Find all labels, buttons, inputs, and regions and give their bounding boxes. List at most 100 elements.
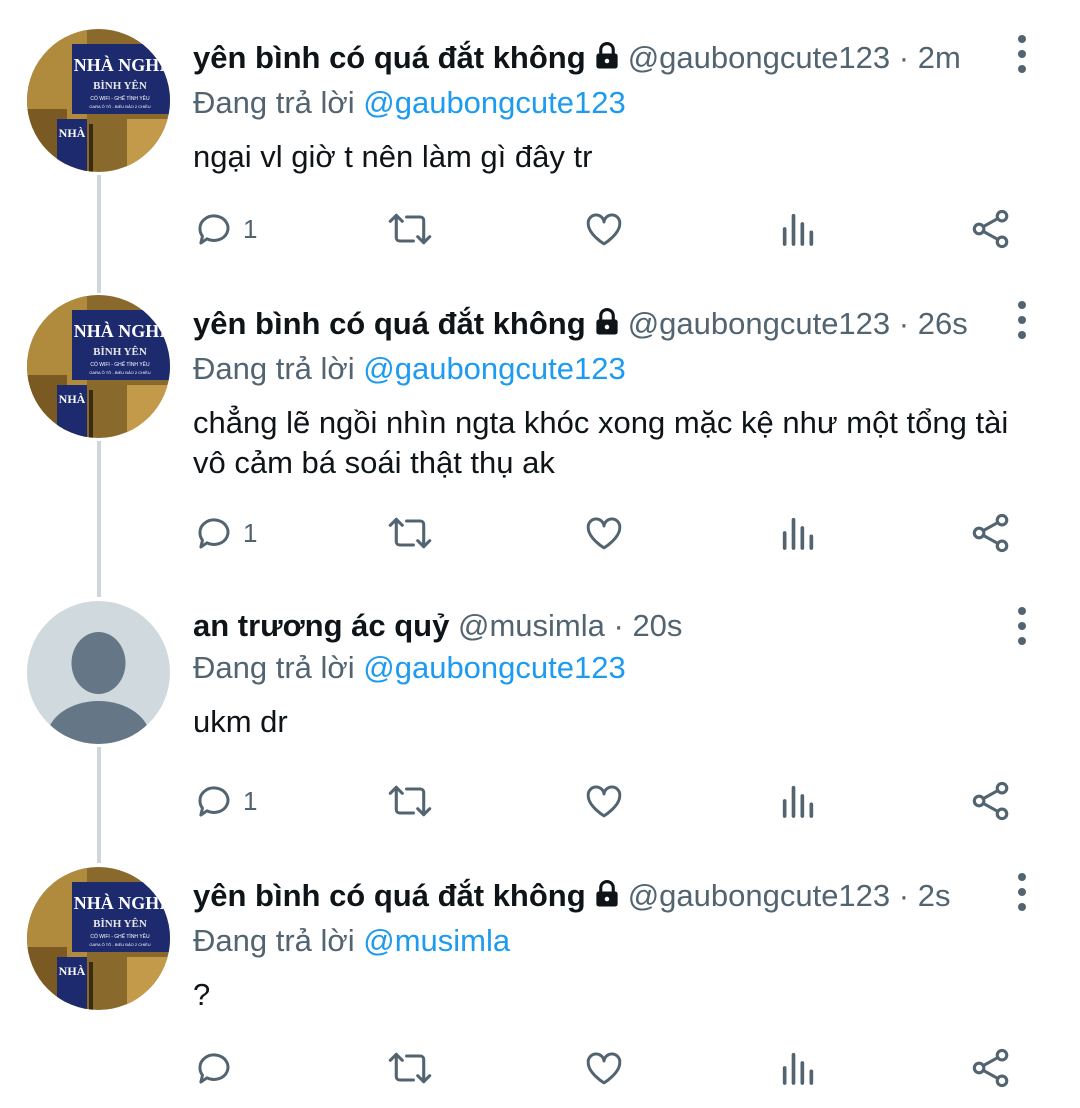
like-icon (586, 785, 622, 818)
retweet-icon (388, 517, 432, 549)
reply-count: 1 (243, 785, 258, 816)
reply-icon (198, 1053, 230, 1084)
lock-icon (592, 41, 622, 81)
display-name[interactable]: yên bình có quá đắt không (193, 878, 586, 913)
avatar-sign-text: GARA Ô TÔ - BIỂU BẢO 2 CHIỀU (89, 942, 150, 947)
reply-icon (198, 518, 230, 549)
timestamp[interactable]: 2s (918, 878, 951, 913)
user-handle[interactable]: @gaubongcute123 (628, 306, 890, 341)
share-icon (972, 209, 1009, 249)
views-button[interactable] (778, 1043, 818, 1093)
retweet-button[interactable] (386, 508, 434, 558)
reply-count: 1 (243, 517, 258, 548)
share-button[interactable] (969, 1043, 1013, 1093)
avatar-sign-text: BÌNH YÊN (93, 346, 147, 358)
avatar[interactable]: NHÀ NGHI BÌNH YÊN CÓ WIFI - GHẾ TÌNH YÊU… (27, 295, 170, 438)
share-icon (972, 513, 1009, 553)
avatar-sign-text: NHÀ NGHI (74, 892, 167, 913)
mention-link[interactable]: @musimla (363, 923, 510, 958)
tweet-header: yên bình có quá đắt không @gaubongcute123… (193, 304, 1040, 347)
separator: · (613, 608, 624, 643)
avatar-sign-text: BÌNH YÊN (93, 918, 147, 930)
views-icon (782, 1052, 814, 1085)
user-handle[interactable]: @musimla (458, 608, 605, 643)
avatar[interactable]: NHÀ NGHI BÌNH YÊN CÓ WIFI - GHẾ TÌNH YÊU… (27, 867, 170, 1010)
replying-prefix: Đang trả lời (193, 351, 355, 386)
views-icon (782, 213, 814, 246)
tweet-header: yên bình có quá đắt không @gaubongcute123… (193, 38, 1040, 81)
user-handle[interactable]: @gaubongcute123 (628, 40, 890, 75)
views-button[interactable] (778, 204, 818, 254)
avatar[interactable]: NHÀ NGHI BÌNH YÊN CÓ WIFI - GHẾ TÌNH YÊU… (27, 29, 170, 172)
reply-icon (198, 214, 230, 245)
views-button[interactable] (778, 776, 818, 826)
replying-to: Đang trả lời @gaubongcute123 (193, 648, 1040, 688)
lock-icon (592, 307, 622, 347)
thread-line (97, 747, 101, 863)
replying-to: Đang trả lời @gaubongcute123 (193, 83, 1040, 123)
avatar-sign-text: GARA Ô TÔ - BIỂU BẢO 2 CHIỀU (89, 104, 150, 109)
display-name[interactable]: yên bình có quá đắt không (193, 306, 586, 341)
share-icon (972, 781, 1009, 821)
timestamp[interactable]: 26s (918, 306, 968, 341)
like-icon (586, 517, 622, 550)
more-options-icon[interactable] (1004, 872, 1040, 912)
tweet-text: ? (193, 977, 211, 1012)
tweet-actions: 1 (193, 508, 1023, 558)
replying-prefix: Đang trả lời (193, 650, 355, 685)
retweet-icon (388, 213, 432, 245)
avatar-sign-text: NHÀ (59, 126, 86, 140)
share-button[interactable] (969, 508, 1013, 558)
tweet-header: an trương ác quỷ @musimla · 20s (193, 606, 1040, 646)
mention-link[interactable]: @gaubongcute123 (363, 85, 625, 120)
separator: · (898, 878, 910, 913)
like-button[interactable] (582, 776, 626, 826)
retweet-button[interactable] (386, 776, 434, 826)
lock-icon (592, 879, 622, 919)
avatar-sign-text: NHÀ (59, 392, 86, 406)
share-button[interactable] (969, 776, 1013, 826)
reply-button[interactable]: 1 (193, 508, 257, 558)
like-button[interactable] (582, 204, 626, 254)
avatar-sign-text: NHÀ NGHI (74, 320, 167, 341)
like-icon (586, 213, 622, 246)
tweet-actions: 1 (193, 204, 1023, 254)
avatar-sign-text: CÓ WIFI - GHẾ TÌNH YÊU (90, 932, 150, 940)
reply-button[interactable] (193, 1043, 243, 1093)
tweet-text: ngại vl giờ t nên làm gì đây tr (193, 139, 593, 174)
tweet-text: ukm dr (193, 704, 288, 739)
display-name[interactable]: an trương ác quỷ (193, 608, 449, 643)
more-options-icon[interactable] (1004, 300, 1040, 340)
mention-link[interactable]: @gaubongcute123 (363, 351, 625, 386)
timestamp[interactable]: 20s (632, 608, 682, 643)
share-button[interactable] (969, 204, 1013, 254)
replying-to: Đang trả lời @gaubongcute123 (193, 349, 1040, 389)
like-button[interactable] (582, 1043, 626, 1093)
more-options-icon[interactable] (1004, 606, 1040, 646)
reply-button[interactable]: 1 (193, 776, 257, 826)
tweet-actions (193, 1043, 1023, 1093)
timestamp[interactable]: 2m (918, 40, 961, 75)
replying-prefix: Đang trả lời (193, 85, 355, 120)
tweet-header: yên bình có quá đắt không @gaubongcute123… (193, 876, 1040, 919)
avatar-sign-text: CÓ WIFI - GHẾ TÌNH YÊU (90, 360, 150, 368)
avatar[interactable] (27, 601, 170, 744)
display-name[interactable]: yên bình có quá đắt không (193, 40, 586, 75)
like-icon (586, 1052, 622, 1085)
separator: · (898, 40, 910, 75)
views-button[interactable] (778, 508, 818, 558)
retweet-button[interactable] (386, 1043, 434, 1093)
replying-prefix: Đang trả lời (193, 923, 355, 958)
separator: · (898, 306, 910, 341)
more-options-icon[interactable] (1004, 34, 1040, 74)
avatar-sign-text: NHÀ (59, 964, 86, 978)
retweet-icon (388, 1052, 432, 1084)
share-icon (972, 1048, 1009, 1088)
views-icon (782, 785, 814, 818)
mention-link[interactable]: @gaubongcute123 (363, 650, 625, 685)
avatar-sign-text: GARA Ô TÔ - BIỂU BẢO 2 CHIỀU (89, 370, 150, 375)
user-handle[interactable]: @gaubongcute123 (628, 878, 890, 913)
reply-button[interactable]: 1 (193, 204, 257, 254)
retweet-button[interactable] (386, 204, 434, 254)
like-button[interactable] (582, 508, 626, 558)
